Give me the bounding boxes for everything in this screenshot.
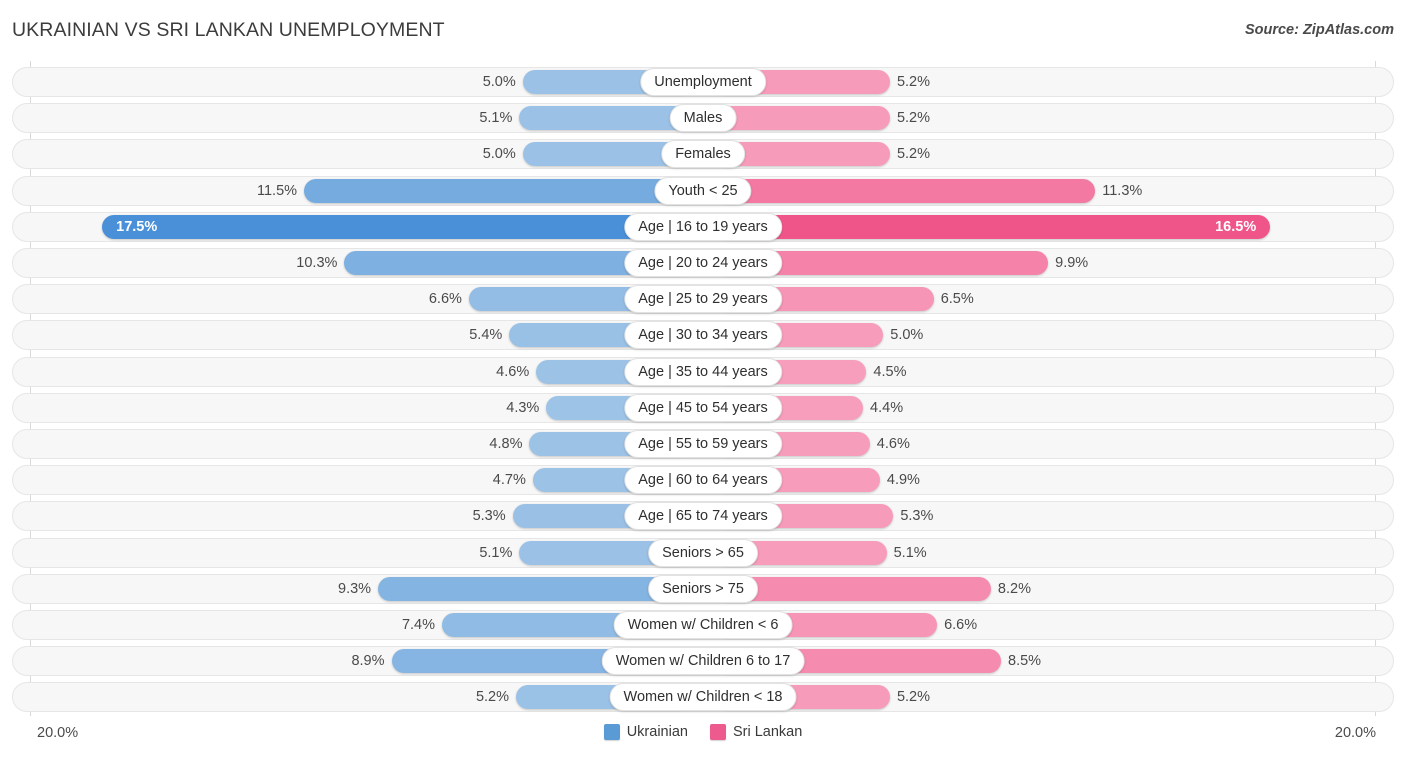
value-label-ukrainian: 5.4% — [469, 327, 503, 344]
category-label[interactable]: Women w/ Children < 6 — [613, 611, 793, 639]
chart-row: 9.3% 8.2% Seniors > 75 — [12, 573, 1394, 604]
category-label[interactable]: Unemployment — [640, 68, 766, 96]
category-label[interactable]: Age | 35 to 44 years — [624, 357, 782, 386]
chart-row: 17.5% 16.5% Age | 16 to 19 years — [12, 211, 1394, 242]
chart-footer: 20.0% 20.0% Ukrainian Sri Lankan — [0, 716, 1406, 757]
value-label-sri-lankan: 8.5% — [1008, 653, 1042, 670]
category-label[interactable]: Women w/ Children < 18 — [609, 683, 797, 712]
category-label[interactable]: Age | 25 to 29 years — [624, 285, 782, 314]
category-label[interactable]: Males — [669, 104, 737, 133]
value-label-ukrainian: 11.5% — [256, 182, 298, 199]
page-title: UKRAINIAN VS SRI LANKAN UNEMPLOYMENT — [12, 19, 445, 41]
bar-ukrainian[interactable] — [102, 214, 691, 239]
value-label-ukrainian: 17.5% — [116, 218, 158, 235]
value-label-ukrainian: 5.0% — [482, 74, 516, 90]
value-label-sri-lankan: 5.2% — [896, 689, 931, 706]
source-attribution: Source: ZipAtlas.com — [1244, 22, 1394, 38]
chart-row: 4.7% 4.9% Age | 60 to 64 years — [12, 465, 1394, 496]
value-label-ukrainian: 5.3% — [472, 508, 506, 525]
bar-ukrainian[interactable] — [378, 576, 691, 601]
bar-sri-lankan[interactable] — [715, 214, 1271, 239]
chart-row: 5.1% 5.2% Males — [12, 103, 1394, 134]
category-label[interactable]: Seniors > 65 — [648, 538, 758, 567]
chart-row: 5.0% 5.2% Females — [12, 139, 1394, 170]
value-label-ukrainian: 4.3% — [506, 399, 540, 416]
value-label-ukrainian: 7.4% — [401, 617, 435, 633]
chart-row: 4.6% 4.5% Age | 35 to 44 years — [12, 356, 1394, 387]
value-label-ukrainian: 5.1% — [479, 544, 513, 561]
value-label-ukrainian: 10.3% — [296, 255, 338, 271]
bar-sri-lankan[interactable] — [715, 178, 1096, 203]
value-label-sri-lankan: 4.5% — [873, 363, 907, 380]
category-label[interactable]: Age | 55 to 59 years — [624, 430, 782, 458]
value-label-sri-lankan: 5.2% — [896, 110, 931, 127]
chart-row: 10.3% 9.9% Age | 20 to 24 years — [12, 248, 1394, 278]
value-label-sri-lankan: 4.4% — [870, 399, 904, 416]
legend-label-sri-lankan: Sri Lankan — [732, 724, 803, 740]
chart-row: 8.9% 8.5% Women w/ Children 6 to 17 — [12, 646, 1394, 677]
legend-label-ukrainian: Ukrainian — [626, 724, 688, 740]
value-label-sri-lankan: 5.2% — [896, 74, 931, 90]
value-label-sri-lankan: 6.6% — [944, 617, 978, 633]
category-label[interactable]: Age | 20 to 24 years — [624, 249, 782, 277]
category-label[interactable]: Youth < 25 — [654, 176, 752, 205]
chart-row: 5.1% 5.1% Seniors > 65 — [12, 537, 1394, 568]
legend-item-ukrainian[interactable]: Ukrainian — [603, 724, 688, 740]
category-label[interactable]: Age | 45 to 54 years — [624, 393, 782, 422]
chart-row: 5.3% 5.3% Age | 65 to 74 years — [12, 501, 1394, 532]
chart-row: 11.5% 11.3% Youth < 25 — [12, 175, 1394, 206]
value-label-ukrainian: 4.8% — [489, 436, 523, 452]
category-label[interactable]: Seniors > 75 — [648, 574, 758, 603]
value-label-sri-lankan: 5.3% — [900, 508, 934, 525]
category-label[interactable]: Age | 65 to 74 years — [624, 502, 782, 531]
value-label-sri-lankan: 5.0% — [890, 327, 924, 344]
value-label-ukrainian: 8.9% — [351, 653, 385, 670]
value-label-sri-lankan: 8.2% — [997, 580, 1031, 597]
value-label-sri-lankan: 5.2% — [896, 146, 931, 163]
value-label-ukrainian: 6.6% — [428, 291, 462, 308]
category-label[interactable]: Age | 16 to 19 years — [624, 212, 782, 241]
value-label-sri-lankan: 9.9% — [1055, 255, 1089, 271]
bar-ukrainian[interactable] — [519, 106, 691, 131]
legend-swatch-ukrainian — [603, 724, 620, 740]
chart-row: 6.6% 6.5% Age | 25 to 29 years — [12, 284, 1394, 315]
value-label-sri-lankan: 4.9% — [886, 472, 920, 489]
chart-row: 4.8% 4.6% Age | 55 to 59 years — [12, 429, 1394, 459]
value-label-ukrainian: 5.2% — [475, 689, 510, 706]
category-label[interactable]: Females — [661, 140, 745, 169]
diverging-bar-chart: 5.0% 5.2% Unemployment 5.1% 5.2% Males 5.0% 5.2… — [0, 61, 1406, 716]
bar-ukrainian[interactable] — [304, 178, 691, 203]
bar-sri-lankan[interactable] — [715, 106, 890, 131]
value-label-ukrainian: 9.3% — [338, 580, 372, 597]
value-label-ukrainian: 5.1% — [479, 110, 513, 127]
chart-header: UKRAINIAN VS SRI LANKAN UNEMPLOYMENT Sou… — [0, 0, 1406, 58]
value-label-sri-lankan: 6.5% — [940, 291, 974, 308]
chart-row: 7.4% 6.6% Women w/ Children < 6 — [12, 610, 1394, 640]
chart-row: 5.0% 5.2% Unemployment — [12, 67, 1394, 97]
category-label[interactable]: Age | 60 to 64 years — [624, 466, 782, 495]
chart-row: 5.4% 5.0% Age | 30 to 34 years — [12, 320, 1394, 351]
category-label[interactable]: Women w/ Children 6 to 17 — [601, 647, 805, 676]
category-label[interactable]: Age | 30 to 34 years — [624, 321, 782, 350]
value-label-sri-lankan: 11.3% — [1102, 182, 1143, 199]
chart-row: 4.3% 4.4% Age | 45 to 54 years — [12, 392, 1394, 423]
value-label-ukrainian: 5.0% — [482, 146, 516, 163]
value-label-sri-lankan: 5.1% — [893, 544, 927, 561]
chart-row: 5.2% 5.2% Women w/ Children < 18 — [12, 682, 1394, 713]
legend-swatch-sri-lankan — [709, 724, 726, 740]
value-label-ukrainian: 4.6% — [496, 363, 530, 380]
value-label-sri-lankan: 4.6% — [876, 436, 910, 452]
chart-legend: Ukrainian Sri Lankan — [0, 724, 1406, 740]
value-label-sri-lankan: 16.5% — [1215, 218, 1257, 235]
legend-item-sri-lankan[interactable]: Sri Lankan — [709, 724, 803, 740]
value-label-ukrainian: 4.7% — [492, 472, 526, 489]
